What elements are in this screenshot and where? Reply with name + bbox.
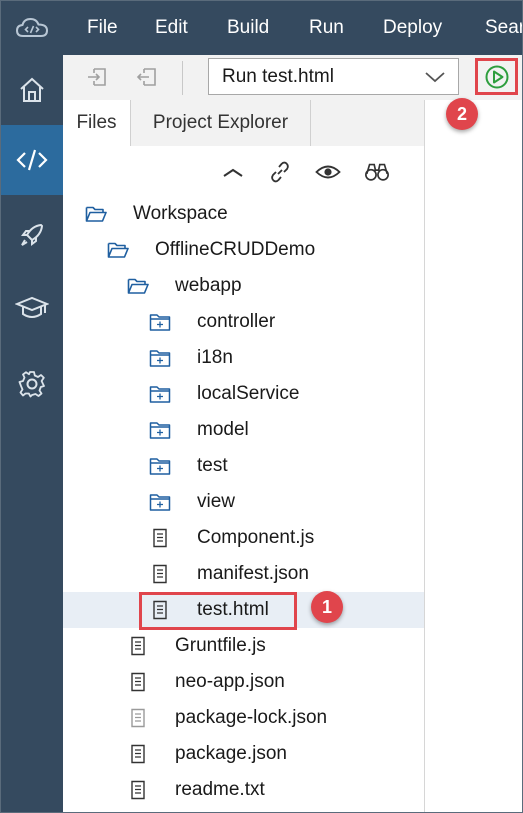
tab-project-explorer[interactable]: Project Explorer (130, 100, 311, 146)
tree-node-file[interactable]: neo-app.json (63, 664, 424, 700)
tree-node-label: Workspace (133, 203, 228, 224)
link-icon (271, 161, 289, 183)
file-icon (131, 672, 145, 692)
tree-node-label: i18n (197, 347, 233, 368)
tree-actions (63, 146, 424, 196)
highlight-test-html (139, 592, 297, 630)
run-configuration-select[interactable]: Run test.html (208, 58, 459, 95)
file-icon (131, 708, 145, 728)
file-icon (153, 564, 167, 584)
export-button[interactable] (133, 63, 161, 91)
explorer-tabs: Files Project Explorer (63, 100, 424, 147)
development-button[interactable] (1, 125, 63, 195)
editor-area (425, 100, 522, 812)
tree-node-file[interactable]: package.json (63, 736, 424, 772)
tree-node-label: manifest.json (197, 563, 309, 584)
binoculars-icon (365, 163, 389, 181)
tree-node-label: package.json (175, 743, 287, 764)
tree-node-label: test (197, 455, 228, 476)
tree-node-label: Component.js (197, 527, 315, 548)
tree-node-file[interactable]: readme.txt (63, 772, 424, 808)
tree-node-label: view (197, 491, 236, 512)
collapse-all-button[interactable] (220, 159, 246, 185)
toolbar: Run test.html (63, 55, 522, 101)
callout-badge-1: 1 (311, 591, 343, 623)
import-icon (88, 68, 106, 86)
home-icon (20, 77, 44, 102)
file-icon (131, 744, 145, 764)
menu-run[interactable]: Run (309, 1, 344, 55)
tree-node-label: readme.txt (175, 779, 265, 800)
pane-divider[interactable] (424, 100, 425, 812)
tree-node-label: model (197, 419, 249, 440)
folder-open-icon (127, 278, 149, 294)
menu-bar: File Edit Build Run Deploy Sear (1, 1, 522, 55)
graduation-cap-icon (15, 296, 49, 318)
folder-closed-icon (149, 422, 171, 439)
tree-node-label: neo-app.json (175, 671, 285, 692)
file-tree: Workspace OfflineCRUDDemo webapp control… (63, 196, 424, 812)
tree-node-file[interactable]: Component.js (63, 520, 424, 556)
tree-node-file[interactable]: manifest.json (63, 556, 424, 592)
menu-edit[interactable]: Edit (155, 1, 188, 55)
tree-node-label: webapp (175, 275, 242, 296)
tree-node-workspace[interactable]: Workspace (63, 196, 424, 232)
tree-node-folder[interactable]: controller (63, 304, 424, 340)
tree-node-folder[interactable]: i18n (63, 340, 424, 376)
learning-button[interactable] (1, 273, 63, 343)
folder-open-icon (107, 242, 129, 258)
deploy-button[interactable] (1, 200, 63, 270)
menu-build[interactable]: Build (227, 1, 269, 55)
folder-open-icon (85, 206, 107, 222)
tree-node-label: package-lock.json (175, 707, 328, 728)
tree-node-file[interactable]: package-lock.json (63, 700, 424, 736)
tree-node-file[interactable]: Gruntfile.js (63, 628, 424, 664)
file-icon (131, 636, 145, 656)
cloud-code-logo-icon (1, 1, 63, 55)
gear-icon (18, 371, 45, 398)
ide-window: File Edit Build Run Deploy Sear Run test… (0, 0, 523, 813)
tree-node-webapp[interactable]: webapp (63, 268, 424, 304)
file-icon (153, 528, 167, 548)
chevron-down-icon (425, 72, 445, 83)
tree-node-label: OfflineCRUDDemo (155, 239, 316, 260)
tree-node-folder[interactable]: view (63, 484, 424, 520)
search-files-button[interactable] (364, 159, 390, 185)
folder-closed-icon (149, 350, 171, 367)
tree-node-label: controller (197, 311, 276, 332)
eye-icon (315, 165, 341, 179)
rocket-icon (21, 223, 44, 246)
file-icon (131, 780, 145, 800)
show-hidden-button[interactable] (315, 159, 341, 185)
menu-file[interactable]: File (87, 1, 118, 55)
tree-node-folder[interactable]: model (63, 412, 424, 448)
play-circle-icon (485, 65, 508, 88)
tree-node-label: Gruntfile.js (175, 635, 266, 656)
export-icon (136, 68, 156, 86)
code-icon (16, 149, 48, 171)
tree-node-project[interactable]: OfflineCRUDDemo (63, 232, 424, 268)
folder-closed-icon (149, 386, 171, 403)
menu-search[interactable]: Sear (485, 1, 522, 55)
folder-closed-icon (149, 314, 171, 331)
menu-deploy[interactable]: Deploy (383, 1, 442, 55)
run-configuration-value: Run test.html (222, 66, 334, 87)
tree-node-folder[interactable]: localService (63, 376, 424, 412)
import-button[interactable] (83, 63, 111, 91)
tree-node-folder[interactable]: test (63, 448, 424, 484)
folder-closed-icon (149, 458, 171, 475)
callout-badge-2: 2 (446, 98, 478, 130)
toolbar-separator (182, 61, 183, 95)
settings-button[interactable] (1, 349, 63, 419)
run-button[interactable] (475, 58, 518, 95)
tab-files[interactable]: Files (63, 100, 130, 146)
home-button[interactable] (1, 55, 63, 125)
collapse-all-icon (223, 168, 243, 177)
activity-rail (1, 55, 63, 812)
link-with-editor-button[interactable] (267, 159, 293, 185)
tree-node-label: localService (197, 383, 300, 404)
folder-closed-icon (149, 494, 171, 511)
